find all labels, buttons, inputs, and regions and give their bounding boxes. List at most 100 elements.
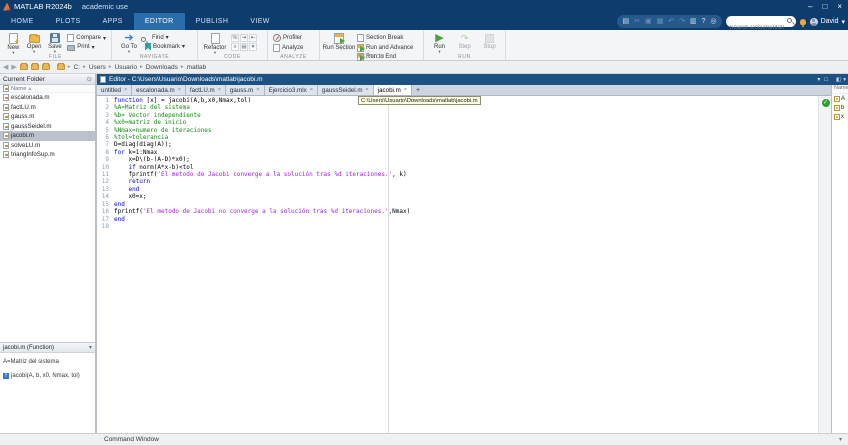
code-format-icon-2[interactable]: ⇤ bbox=[249, 34, 257, 42]
line-number: 10 bbox=[97, 164, 109, 171]
code-format-icon-1[interactable]: ⇥ bbox=[240, 34, 248, 42]
panel-collapse-icon[interactable]: ⊙ bbox=[87, 75, 92, 83]
new-tab-button[interactable]: + bbox=[412, 85, 424, 95]
save-icon[interactable]: ▤ bbox=[622, 15, 629, 28]
browse-folder-icon[interactable] bbox=[20, 64, 28, 70]
bookmark-button[interactable]: Bookmark▾ bbox=[145, 43, 185, 51]
workspace-titlebar-icons[interactable]: ◧▾ bbox=[836, 74, 846, 85]
editor-titlebar-icons[interactable]: ▾□ bbox=[817, 74, 828, 85]
code-segment: if bbox=[128, 164, 135, 171]
refactor-button[interactable]: Refactor▾ bbox=[203, 32, 227, 55]
workspace-titlebar-icon-1[interactable]: ▾ bbox=[843, 77, 846, 83]
open-button[interactable]: Open▾ bbox=[26, 32, 43, 54]
editor-tab-untitled[interactable]: untitled× bbox=[97, 85, 132, 95]
tab-close-icon[interactable]: × bbox=[256, 87, 259, 93]
section-break-button[interactable]: Section Break bbox=[357, 34, 413, 42]
analyze-button[interactable]: Analyze bbox=[273, 44, 303, 52]
maximize-button[interactable]: □ bbox=[822, 2, 827, 11]
workspace-titlebar-icon-0[interactable]: ◧ bbox=[836, 77, 841, 83]
search-icon[interactable] bbox=[787, 18, 792, 23]
file-row-escalonada-m[interactable]: escalonada.m bbox=[0, 93, 95, 103]
tab-close-icon[interactable]: × bbox=[218, 87, 221, 93]
forward-icon[interactable]: ▶ bbox=[11, 63, 16, 71]
breadcrumb-item-matlab[interactable]: matlab bbox=[187, 64, 207, 71]
profiler-button[interactable]: Profiler bbox=[273, 34, 303, 42]
breadcrumb-item-usuario[interactable]: Usuario bbox=[115, 64, 137, 71]
workspace-var-b[interactable]: b bbox=[832, 103, 848, 112]
back-icon[interactable]: ◀ bbox=[3, 63, 8, 71]
command-window-collapsed-bar[interactable]: Command Window ▾ bbox=[0, 433, 848, 445]
tab-label: factLU.m bbox=[190, 87, 215, 94]
breadcrumb-item-users[interactable]: Users bbox=[89, 64, 106, 71]
code-analyzer-bar[interactable]: ✓ bbox=[818, 96, 831, 433]
file-row-triangInfoSup-m[interactable]: triangInfoSup.m bbox=[0, 150, 95, 160]
ribbon-tab-home[interactable]: HOME bbox=[0, 13, 45, 30]
redo-icon: ↷ bbox=[679, 15, 685, 28]
run-section-button[interactable]: Run Section bbox=[325, 32, 353, 51]
code-text[interactable]: function [x] = jacobi(A,b,x0,Nmax,tol)%A… bbox=[114, 97, 817, 230]
file-row-jacobi-m[interactable]: jacobi.m bbox=[0, 131, 95, 141]
file-row-solveLU-m[interactable]: solveLU.m bbox=[0, 141, 95, 151]
notification-bell-icon[interactable] bbox=[800, 19, 806, 25]
code-editor[interactable]: 123456789101112131415161718 function [x]… bbox=[97, 96, 831, 433]
search-documentation-box[interactable] bbox=[726, 16, 796, 27]
code-segment: %Nmax=numero de iteraciones bbox=[114, 127, 212, 134]
goto-button[interactable]: ➔ Go To▾ bbox=[117, 32, 141, 54]
code-format-icon-5[interactable]: ▾ bbox=[249, 43, 257, 51]
editor-tab-escalonada-m[interactable]: escalonada.m× bbox=[132, 85, 186, 95]
name-column-header[interactable]: Name ▴ bbox=[0, 85, 95, 93]
ribbon-tab-apps[interactable]: APPS bbox=[92, 13, 134, 30]
ribbon-tab-plots[interactable]: PLOTS bbox=[45, 13, 92, 30]
line-number: 4 bbox=[97, 119, 109, 126]
save-button[interactable]: Save▾ bbox=[47, 32, 64, 54]
command-window-expand-icon[interactable]: ▾ bbox=[839, 436, 842, 443]
ribbon-tab-editor[interactable]: EDITOR bbox=[134, 13, 185, 30]
editor-titlebar-icon-1[interactable]: □ bbox=[824, 77, 828, 83]
run-and-advance-button[interactable]: Run and Advance bbox=[357, 44, 413, 52]
workspace-name-header[interactable]: Name bbox=[832, 85, 848, 94]
close-button[interactable]: × bbox=[837, 2, 842, 11]
tab-close-icon[interactable]: × bbox=[366, 87, 369, 93]
search-folder-icon[interactable] bbox=[42, 64, 50, 70]
editor-tab-jacobi-m[interactable]: jacobi.m× bbox=[374, 85, 412, 95]
up-folder-icon[interactable] bbox=[31, 64, 39, 70]
tab-close-icon[interactable]: × bbox=[404, 87, 407, 93]
editor-tab-Ejercicio3-mlx[interactable]: Ejercicio3.mlx× bbox=[265, 85, 318, 95]
breadcrumb-item-downloads[interactable]: Downloads bbox=[146, 64, 178, 71]
help-icon[interactable]: ? bbox=[702, 15, 706, 28]
details-header[interactable]: jacobi.m (Function) ▾ bbox=[0, 343, 95, 353]
ribbon-tab-view[interactable]: VIEW bbox=[239, 13, 281, 30]
new-button[interactable]: New▾ bbox=[5, 32, 22, 55]
group-navigate: ➔ Go To▾ Find▾ Bookmark▾ NAVIGATE bbox=[112, 30, 198, 60]
tab-close-icon[interactable]: × bbox=[310, 87, 313, 93]
print-icon[interactable]: ▥ bbox=[690, 15, 697, 28]
community-icon[interactable]: ◎ bbox=[710, 15, 716, 28]
file-row-factLU-m[interactable]: factLU.m bbox=[0, 103, 95, 113]
breadcrumb-item-c[interactable]: C: bbox=[74, 64, 81, 71]
compare-button[interactable]: Compare▾ bbox=[67, 34, 106, 42]
workspace-var-A[interactable]: A bbox=[832, 94, 848, 103]
editor-tab-factLU-m[interactable]: factLU.m× bbox=[186, 85, 226, 95]
editor-titlebar-icon-0[interactable]: ▾ bbox=[817, 76, 820, 83]
code-format-icon-3[interactable]: ≡ bbox=[231, 43, 239, 51]
run-button[interactable]: ▶ Run▾ bbox=[429, 32, 450, 54]
code-format-icon-4[interactable]: ▤ bbox=[240, 43, 248, 51]
print-button[interactable]: Print▾ bbox=[67, 44, 106, 51]
find-button[interactable]: Find▾ bbox=[145, 34, 185, 41]
minimize-button[interactable]: – bbox=[808, 2, 812, 11]
ribbon-tab-publish[interactable]: PUBLISH bbox=[185, 13, 240, 30]
current-folder-icon bbox=[57, 64, 65, 70]
workspace-var-x[interactable]: x bbox=[832, 112, 848, 121]
stop-button[interactable]: Stop bbox=[479, 32, 500, 50]
file-row-gaussSeidel-m[interactable]: gaussSeidel.m bbox=[0, 122, 95, 132]
tab-close-icon[interactable]: × bbox=[178, 87, 181, 93]
window-controls: – □ × bbox=[808, 0, 846, 13]
editor-tab-gauss-m[interactable]: gauss.m× bbox=[226, 85, 265, 95]
user-menu[interactable]: David ▾ bbox=[810, 18, 845, 26]
code-segment: end bbox=[114, 216, 125, 223]
tab-close-icon[interactable]: × bbox=[124, 87, 127, 93]
step-button[interactable]: ↷ Step bbox=[454, 32, 475, 50]
file-row-gauss-m[interactable]: gauss.m bbox=[0, 112, 95, 122]
code-format-icon-0[interactable]: % bbox=[231, 34, 239, 42]
editor-tab-gaussSeidel-m[interactable]: gaussSeidel.m× bbox=[318, 85, 374, 95]
